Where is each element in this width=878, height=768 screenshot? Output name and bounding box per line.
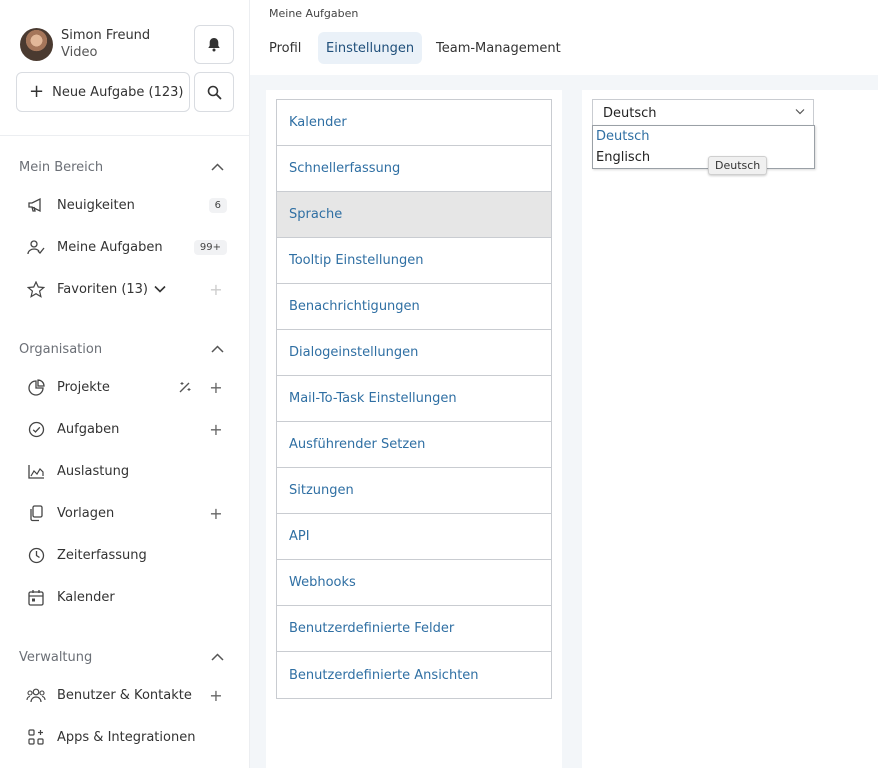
add-user-button[interactable]: + (208, 686, 224, 705)
user-info: Simon Freund Video (61, 27, 150, 61)
add-task-button[interactable]: + (208, 420, 224, 439)
notifications-button[interactable] (194, 25, 234, 64)
sidebar: Simon Freund Video + Neue Aufgabe (123) … (0, 0, 250, 768)
count-badge: 6 (208, 197, 227, 213)
user-subtitle: Video (61, 45, 98, 60)
nav-item-label: Apps & Integrationen (57, 729, 196, 745)
section-organisation[interactable]: Organisation (19, 339, 224, 359)
nav-item-kalender[interactable]: Kalender (26, 585, 230, 609)
chevron-up-icon (211, 163, 224, 171)
language-option-deutsch[interactable]: Deutsch (593, 126, 814, 147)
breadcrumb[interactable]: Meine Aufgaben (269, 7, 358, 20)
nav-item-benutzer-kontakte[interactable]: Benutzer & Kontakte + (26, 683, 230, 707)
nav-item-label: Neuigkeiten (57, 197, 135, 213)
sidebar-divider (0, 135, 250, 136)
menu-item-mail-to-task[interactable]: Mail-To-Task Einstellungen (277, 376, 551, 422)
content-area: Kalender Schnellerfassung Sprache Toolti… (250, 75, 878, 768)
chevron-up-icon (211, 345, 224, 353)
tab-profil[interactable]: Profil (261, 32, 309, 64)
nav-item-label: Auslastung (57, 463, 130, 479)
menu-item-schnellerfassung[interactable]: Schnellerfassung (277, 146, 551, 192)
magic-wand-icon[interactable] (178, 380, 192, 394)
nav-item-label: Aufgaben (57, 421, 120, 437)
section-title: Verwaltung (19, 649, 93, 665)
menu-item-sitzungen[interactable]: Sitzungen (277, 468, 551, 514)
language-panel: Deutsch Deutsch Englisch Deutsch (582, 90, 878, 768)
new-task-label: Neue Aufgabe (123) (52, 84, 184, 100)
bell-icon (208, 38, 220, 52)
menu-item-ausfuehrender-setzen[interactable]: Ausführender Setzen (277, 422, 551, 468)
menu-item-benutzerdefinierte-ansichten[interactable]: Benutzerdefinierte Ansichten (277, 652, 551, 698)
avatar (20, 27, 53, 61)
settings-menu: Kalender Schnellerfassung Sprache Toolti… (276, 99, 552, 699)
menu-item-api[interactable]: API (277, 514, 551, 560)
nav-item-apps-integrationen[interactable]: Apps & Integrationen (26, 725, 230, 749)
nav-item-zeiterfassung[interactable]: Zeiterfassung (26, 543, 230, 567)
user-name: Simon Freund (61, 28, 151, 43)
pie-chart-icon (26, 377, 46, 397)
add-template-button[interactable]: + (208, 504, 224, 523)
nav-item-label: Favoriten (13) (57, 281, 149, 297)
nav-item-label: Kalender (57, 589, 115, 605)
nav-item-label: Zeiterfassung (57, 547, 147, 563)
nav-item-vorlagen[interactable]: Vorlagen + (26, 501, 230, 525)
language-options-list: Deutsch Englisch (592, 125, 815, 169)
nav-item-neuigkeiten[interactable]: Neuigkeiten 6 (26, 193, 230, 217)
nav-item-auslastung[interactable]: Auslastung (26, 459, 230, 483)
menu-item-benachrichtigungen[interactable]: Benachrichtigungen (277, 284, 551, 330)
menu-item-benutzerdefinierte-felder[interactable]: Benutzerdefinierte Felder (277, 606, 551, 652)
settings-menu-panel: Kalender Schnellerfassung Sprache Toolti… (266, 90, 562, 768)
menu-item-dialogeinstellungen[interactable]: Dialogeinstellungen (277, 330, 551, 376)
clock-icon (26, 545, 46, 565)
nav-item-projekte[interactable]: Projekte + (26, 375, 230, 399)
user-profile[interactable]: Simon Freund Video (20, 27, 150, 61)
language-select[interactable]: Deutsch (592, 99, 814, 126)
menu-item-webhooks[interactable]: Webhooks (277, 560, 551, 606)
area-chart-icon (26, 461, 46, 481)
plus-icon: + (29, 81, 45, 102)
section-mein-bereich[interactable]: Mein Bereich (19, 157, 224, 177)
tab-einstellungen[interactable]: Einstellungen (318, 32, 423, 64)
chevron-up-icon (211, 653, 224, 661)
section-verwaltung[interactable]: Verwaltung (19, 647, 224, 667)
apps-icon (26, 727, 46, 747)
nav-item-label: Meine Aufgaben (57, 239, 163, 255)
new-task-button[interactable]: + Neue Aufgabe (123) (16, 72, 190, 112)
nav-item-label: Benutzer & Kontakte (57, 687, 192, 703)
search-button[interactable] (194, 72, 234, 112)
copy-icon (26, 503, 46, 523)
add-favorite-button[interactable]: + (208, 280, 224, 299)
star-icon (26, 279, 46, 299)
menu-item-sprache[interactable]: Sprache (277, 192, 551, 238)
section-title: Organisation (19, 341, 103, 357)
chevron-down-icon[interactable] (154, 285, 208, 293)
top-bar: Meine Aufgaben Profil Einstellungen Team… (250, 0, 878, 75)
language-select-value: Deutsch (603, 105, 657, 121)
nav-item-meine-aufgaben[interactable]: Meine Aufgaben 99+ (26, 235, 230, 259)
count-badge: 99+ (193, 239, 227, 255)
check-circle-icon (26, 419, 46, 439)
users-icon (26, 685, 46, 705)
megaphone-icon (26, 195, 46, 215)
calendar-icon (26, 587, 46, 607)
add-project-button[interactable]: + (208, 378, 224, 397)
search-icon (207, 85, 221, 99)
nav-item-label: Projekte (57, 379, 110, 395)
menu-item-tooltip-einstellungen[interactable]: Tooltip Einstellungen (277, 238, 551, 284)
nav-item-label: Vorlagen (57, 505, 115, 521)
section-title: Mein Bereich (19, 159, 104, 175)
language-option-englisch[interactable]: Englisch (593, 147, 814, 168)
nav-item-aufgaben[interactable]: Aufgaben + (26, 417, 230, 441)
chevron-down-icon (795, 109, 805, 115)
menu-item-kalender[interactable]: Kalender (277, 100, 551, 146)
tab-team-management[interactable]: Team-Management (428, 32, 569, 64)
user-check-icon (26, 237, 46, 257)
nav-item-favoriten[interactable]: Favoriten (13) + (26, 277, 230, 301)
tooltip: Deutsch (708, 156, 768, 175)
